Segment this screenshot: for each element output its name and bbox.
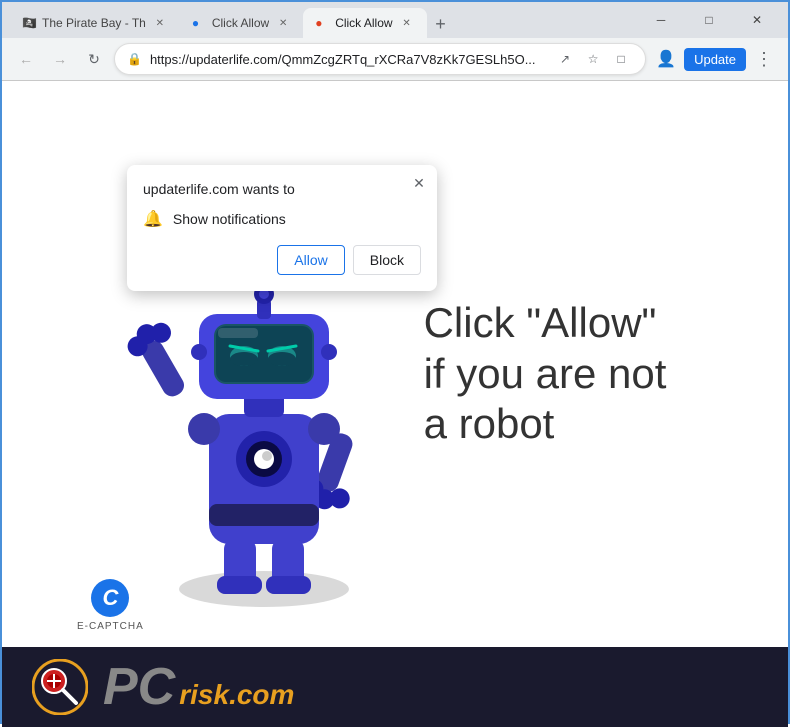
tab-3-favicon: ●: [315, 16, 329, 30]
bookmark-icon[interactable]: ☆: [581, 47, 605, 71]
pcrisk-logo: [32, 659, 88, 715]
tab-3-title: Click Allow: [335, 16, 392, 30]
captcha-area: C E-CAPTCHA: [77, 579, 144, 632]
menu-button[interactable]: ⋮: [750, 45, 778, 73]
tab-2-close[interactable]: ✕: [275, 15, 291, 31]
back-icon: ←: [19, 51, 33, 67]
tab-1-favicon: 🏴‍☠️: [22, 16, 36, 30]
address-bar: ← → ↻ 🔒 https://updaterlife.com/QmmZcgZR…: [2, 38, 788, 80]
tabs-area: 🏴‍☠️ The Pirate Bay - Th ✕ ● Click Allow…: [10, 2, 638, 38]
extension-icon[interactable]: □: [609, 47, 633, 71]
main-content: ✕ updaterlife.com wants to 🔔 Show notifi…: [2, 81, 788, 727]
text-line3: a robot: [424, 399, 667, 449]
lock-icon: 🔒: [127, 52, 142, 66]
minimize-icon: ─: [657, 13, 666, 27]
forward-icon: →: [53, 51, 67, 67]
tab-1-close[interactable]: ✕: [152, 15, 168, 31]
close-button[interactable]: ✕: [734, 5, 780, 35]
refresh-button[interactable]: ↻: [80, 45, 108, 73]
update-button[interactable]: Update: [684, 48, 746, 71]
permission-text: Show notifications: [173, 211, 286, 227]
forward-button[interactable]: →: [46, 45, 74, 73]
tab-2-favicon: ●: [192, 16, 206, 30]
tab-1-title: The Pirate Bay - Th: [42, 16, 146, 30]
maximize-button[interactable]: □: [686, 5, 732, 35]
text-line2: if you are not: [424, 349, 667, 399]
tab-3-close[interactable]: ✕: [399, 15, 415, 31]
pcrisk-icon: [32, 659, 88, 715]
tab-2[interactable]: ● Click Allow ✕: [180, 8, 303, 38]
block-button[interactable]: Block: [353, 245, 421, 275]
window-controls: ─ □ ✕: [638, 5, 780, 35]
title-bar: 🏴‍☠️ The Pirate Bay - Th ✕ ● Click Allow…: [2, 2, 788, 38]
risk-text: risk.com: [179, 679, 294, 711]
url-bar[interactable]: 🔒 https://updaterlife.com/QmmZcgZRTq_rXC…: [114, 43, 646, 75]
allow-button[interactable]: Allow: [277, 245, 344, 275]
bell-icon: 🔔: [143, 209, 163, 229]
pc-text: PC: [103, 661, 175, 713]
tab-3[interactable]: ● Click Allow ✕: [303, 8, 426, 38]
popup-close-button[interactable]: ✕: [409, 173, 429, 193]
notification-popup: ✕ updaterlife.com wants to 🔔 Show notifi…: [127, 165, 437, 291]
maximize-icon: □: [705, 13, 712, 27]
new-tab-button[interactable]: +: [427, 10, 455, 38]
bottom-banner: PC risk.com: [2, 647, 788, 727]
popup-buttons: Allow Block: [143, 245, 421, 275]
profile-button[interactable]: 👤: [652, 45, 680, 73]
url-actions: ↗ ☆ □: [553, 47, 633, 71]
browser-chrome: 🏴‍☠️ The Pirate Bay - Th ✕ ● Click Allow…: [2, 2, 788, 81]
refresh-icon: ↻: [88, 51, 100, 68]
captcha-logo: C: [91, 579, 129, 617]
share-icon[interactable]: ↗: [553, 47, 577, 71]
text-line1: Click "Allow": [424, 298, 667, 348]
minimize-button[interactable]: ─: [638, 5, 684, 35]
more-icon: ⋮: [755, 49, 773, 70]
click-allow-text: Click "Allow" if you are not a robot: [424, 298, 667, 449]
popup-permission: 🔔 Show notifications: [143, 209, 421, 229]
tab-1[interactable]: 🏴‍☠️ The Pirate Bay - Th ✕: [10, 8, 180, 38]
toolbar-right: 👤 Update ⋮: [652, 45, 778, 73]
back-button[interactable]: ←: [12, 45, 40, 73]
close-icon: ✕: [752, 13, 762, 27]
url-text: https://updaterlife.com/QmmZcgZRTq_rXCRa…: [150, 52, 545, 67]
popup-title: updaterlife.com wants to: [143, 181, 421, 197]
tab-2-title: Click Allow: [212, 16, 269, 30]
browser-window: 🏴‍☠️ The Pirate Bay - Th ✕ ● Click Allow…: [2, 2, 788, 727]
captcha-label: E-CAPTCHA: [77, 621, 144, 632]
person-icon: 👤: [656, 49, 676, 69]
